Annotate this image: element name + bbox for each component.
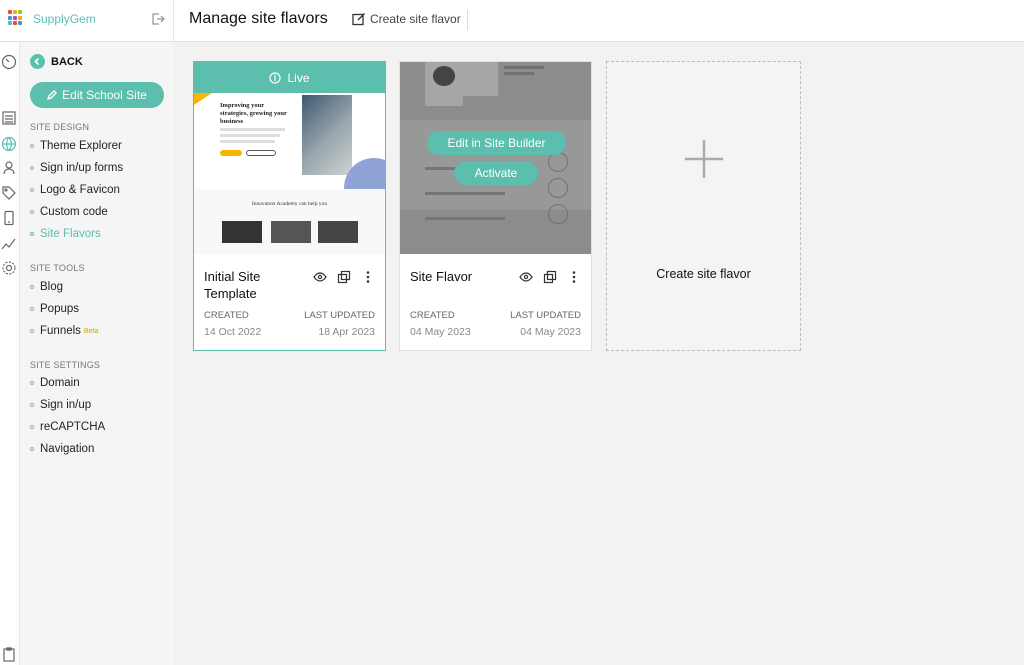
page-title: Manage site flavors: [189, 10, 328, 27]
created-label: CREATED: [410, 310, 455, 321]
sidebar-item-label: Site Flavors: [40, 228, 101, 240]
brand-area: SupplyGem: [0, 0, 174, 42]
edit-school-site-button[interactable]: Edit School Site: [30, 82, 164, 108]
sidebar-item-recaptcha[interactable]: reCAPTCHA: [30, 421, 105, 433]
users-icon[interactable]: [1, 160, 17, 176]
duplicate-icon[interactable]: [543, 270, 557, 284]
section-site-design: SITE DESIGN: [30, 122, 90, 132]
divider: [467, 10, 468, 30]
sidebar-item-label: Theme Explorer: [40, 140, 122, 152]
more-options-icon[interactable]: [567, 270, 581, 284]
bullet: [30, 425, 34, 429]
sidebar-item-popups[interactable]: Popups: [30, 303, 79, 315]
bullet: [30, 285, 34, 289]
logout-icon[interactable]: [150, 11, 166, 27]
duplicate-icon[interactable]: [337, 270, 351, 284]
app-name: SupplyGem: [33, 12, 96, 26]
live-label: Live: [287, 70, 310, 85]
sidebar-item-label: Domain: [40, 377, 80, 389]
edit-school-site-label: Edit School Site: [62, 88, 147, 102]
card-actions: [313, 270, 375, 284]
dashboard-icon[interactable]: [1, 54, 17, 70]
section-site-tools: SITE TOOLS: [30, 263, 85, 273]
sidebar-item-sign-in-up-forms[interactable]: Sign in/up forms: [30, 162, 123, 174]
icon-rail: [0, 42, 20, 665]
created-date: 04 May 2023: [410, 326, 471, 338]
edit-in-site-builder-button[interactable]: Edit in Site Builder: [427, 131, 566, 155]
globe-icon[interactable]: [1, 136, 17, 152]
site-flavor-card[interactable]: Improving your strategies, growing your …: [193, 61, 386, 351]
card-actions: [519, 270, 581, 284]
card-title: Site Flavor: [410, 269, 473, 284]
plus-icon: [685, 140, 723, 178]
bullet: [30, 403, 34, 407]
beta-badge: Beta: [83, 327, 99, 335]
sidebar-item-label: Funnels: [40, 325, 81, 337]
create-site-flavor-label: Create site flavor: [370, 12, 461, 26]
sidebar: BACK Edit School Site SITE DESIGN Theme …: [20, 42, 174, 665]
site-flavor-card[interactable]: Edit in Site Builder Activate Site Flavo…: [399, 61, 592, 351]
preview-headline: Improving your strategies, growing your …: [220, 102, 287, 125]
card-title: Initial Site Template: [204, 269, 261, 301]
bullet: [30, 307, 34, 311]
bullet: [30, 381, 34, 385]
analytics-icon[interactable]: [1, 235, 17, 251]
back-arrow-icon: [30, 54, 45, 69]
sidebar-item-custom-code[interactable]: Custom code: [30, 206, 108, 218]
edit-square-icon: [352, 13, 365, 26]
sidebar-item-blog[interactable]: Blog: [30, 281, 63, 293]
app-logo-icon: [8, 10, 24, 26]
sidebar-item-site-flavors[interactable]: Site Flavors: [30, 228, 101, 240]
bullet: [30, 232, 34, 236]
live-status-bar: Live: [194, 62, 385, 93]
sidebar-item-label: Custom code: [40, 206, 108, 218]
top-bar: SupplyGem Manage site flavors Create sit…: [0, 0, 1024, 42]
clipboard-icon[interactable]: [1, 646, 17, 662]
tag-icon[interactable]: [1, 185, 17, 201]
last-updated-date: 18 Apr 2023: [318, 326, 375, 338]
sidebar-item-label: Blog: [40, 281, 64, 293]
sidebar-item-label: Sign in/up forms: [40, 162, 124, 174]
sidebar-item-label: Popups: [40, 303, 80, 315]
activate-button[interactable]: Activate: [454, 161, 538, 185]
preview-eye-icon[interactable]: [313, 270, 327, 284]
create-site-flavor-link[interactable]: Create site flavor: [352, 12, 461, 26]
last-updated-label: LAST UPDATED: [304, 310, 375, 321]
last-updated-date: 04 May 2023: [520, 326, 581, 338]
settings-icon[interactable]: [1, 260, 17, 276]
back-label: BACK: [51, 55, 83, 68]
bullet: [30, 210, 34, 214]
create-site-flavor-card-label: Create site flavor: [656, 267, 751, 281]
sidebar-item-funnels[interactable]: Funnels Beta: [30, 325, 98, 337]
sidebar-item-sign-in-up[interactable]: Sign in/up: [30, 399, 91, 411]
created-label: CREATED: [204, 310, 249, 321]
preview-hero-photo: [302, 95, 352, 175]
last-updated-label: LAST UPDATED: [510, 310, 581, 321]
sidebar-item-theme-explorer[interactable]: Theme Explorer: [30, 140, 122, 152]
sidebar-item-label: Navigation: [40, 443, 95, 455]
sidebar-item-domain[interactable]: Domain: [30, 377, 80, 389]
sidebar-item-navigation[interactable]: Navigation: [30, 443, 94, 455]
sidebar-item-label: Logo & Favicon: [40, 184, 120, 196]
bullet: [30, 329, 34, 333]
bullet: [30, 188, 34, 192]
bullet: [30, 166, 34, 170]
sidebar-item-logo-favicon[interactable]: Logo & Favicon: [30, 184, 120, 196]
pencil-icon: [47, 90, 58, 100]
preview-subheading: Innovators Academy can help you: [251, 201, 328, 207]
mobile-icon[interactable]: [1, 210, 17, 226]
back-button[interactable]: BACK: [30, 54, 83, 69]
live-indicator-icon: [269, 71, 282, 84]
preview-eye-icon[interactable]: [519, 270, 533, 284]
section-site-settings: SITE SETTINGS: [30, 360, 101, 370]
list-icon[interactable]: [1, 110, 17, 126]
bullet: [30, 144, 34, 148]
sidebar-item-label: Sign in/up: [40, 399, 92, 411]
more-options-icon[interactable]: [361, 270, 375, 284]
bullet: [30, 447, 34, 451]
created-date: 14 Oct 2022: [204, 326, 262, 338]
sidebar-item-label: reCAPTCHA: [40, 421, 106, 433]
create-site-flavor-card[interactable]: Create site flavor: [606, 61, 801, 351]
site-preview-thumbnail[interactable]: [400, 62, 591, 254]
